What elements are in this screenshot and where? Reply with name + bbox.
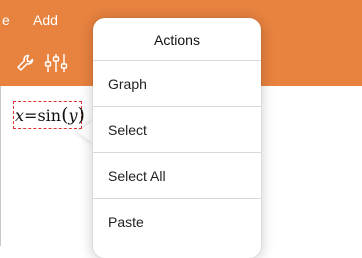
popover-title: Actions bbox=[93, 18, 261, 61]
wrench-icon[interactable] bbox=[15, 53, 35, 78]
action-graph[interactable]: Graph bbox=[93, 61, 261, 107]
sliders-icon[interactable] bbox=[44, 52, 68, 79]
math-equals: = bbox=[24, 106, 38, 125]
popover-arrow bbox=[77, 120, 94, 144]
math-lhs: x bbox=[15, 106, 25, 125]
math-open-paren: ( bbox=[61, 104, 69, 126]
menu-add[interactable]: Add bbox=[33, 12, 58, 28]
math-function: sin bbox=[37, 106, 62, 125]
menu-item-partial[interactable]: e bbox=[2, 12, 10, 28]
action-paste[interactable]: Paste bbox=[93, 199, 261, 245]
action-select[interactable]: Select bbox=[93, 107, 261, 153]
actions-popover: Actions Graph Select Select All Paste bbox=[93, 18, 261, 258]
math-expression-box[interactable]: x=sin(y) bbox=[13, 101, 85, 129]
action-select-all[interactable]: Select All bbox=[93, 153, 261, 199]
